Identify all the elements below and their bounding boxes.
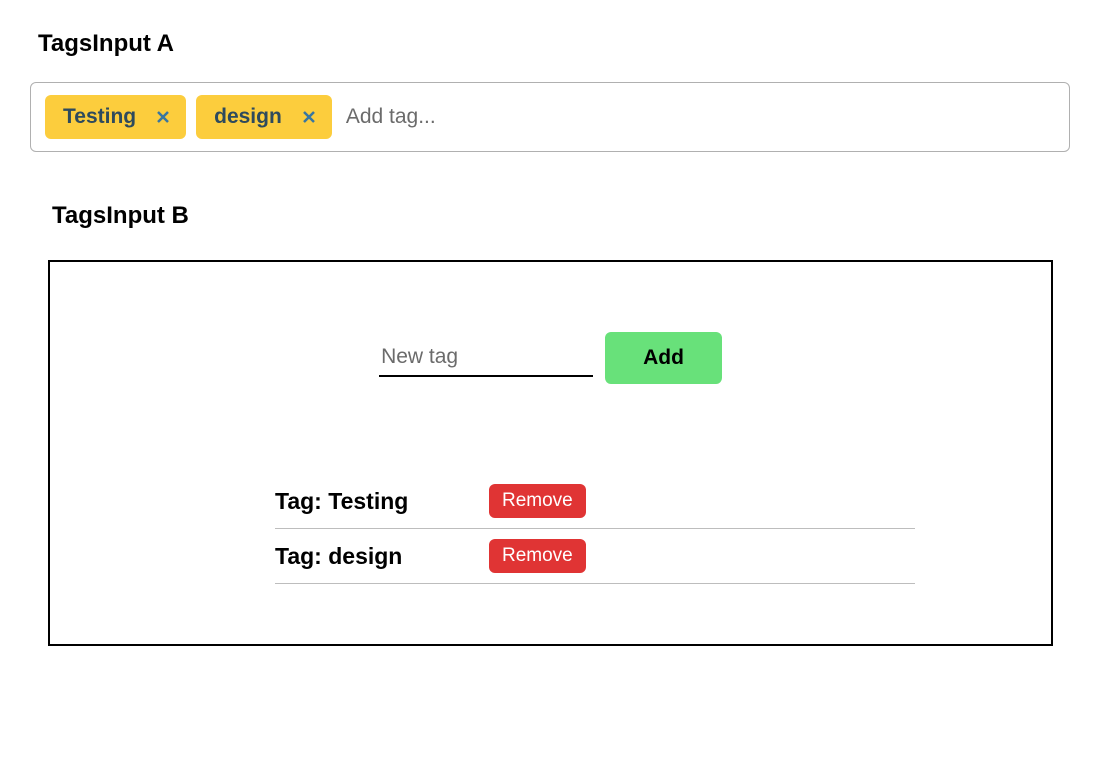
tag-list: Tag: Testing Remove Tag: design Remove [275, 474, 915, 584]
tag-row-text: Tag: Testing [275, 488, 445, 515]
section-b-title: TagsInput B [30, 202, 1070, 230]
tag-row: Tag: design Remove [275, 529, 915, 584]
tag-row: Tag: Testing Remove [275, 474, 915, 529]
tag-row-text: Tag: design [275, 543, 445, 570]
tag-input[interactable] [342, 99, 1055, 135]
tag-pill: design [196, 95, 332, 139]
section-a-title: TagsInput A [30, 30, 1070, 58]
remove-button[interactable]: Remove [489, 539, 586, 573]
new-tag-input[interactable] [379, 339, 593, 377]
new-tag-row: Add [50, 332, 1051, 384]
remove-button[interactable]: Remove [489, 484, 586, 518]
close-icon[interactable] [300, 108, 318, 126]
add-button[interactable]: Add [605, 332, 722, 384]
tags-input-b: Add Tag: Testing Remove Tag: design Remo… [48, 260, 1053, 646]
tag-label: Testing [63, 105, 136, 129]
tag-label: design [214, 105, 282, 129]
close-icon[interactable] [154, 108, 172, 126]
tag-pill: Testing [45, 95, 186, 139]
tags-input-a[interactable]: Testing design [30, 82, 1070, 152]
